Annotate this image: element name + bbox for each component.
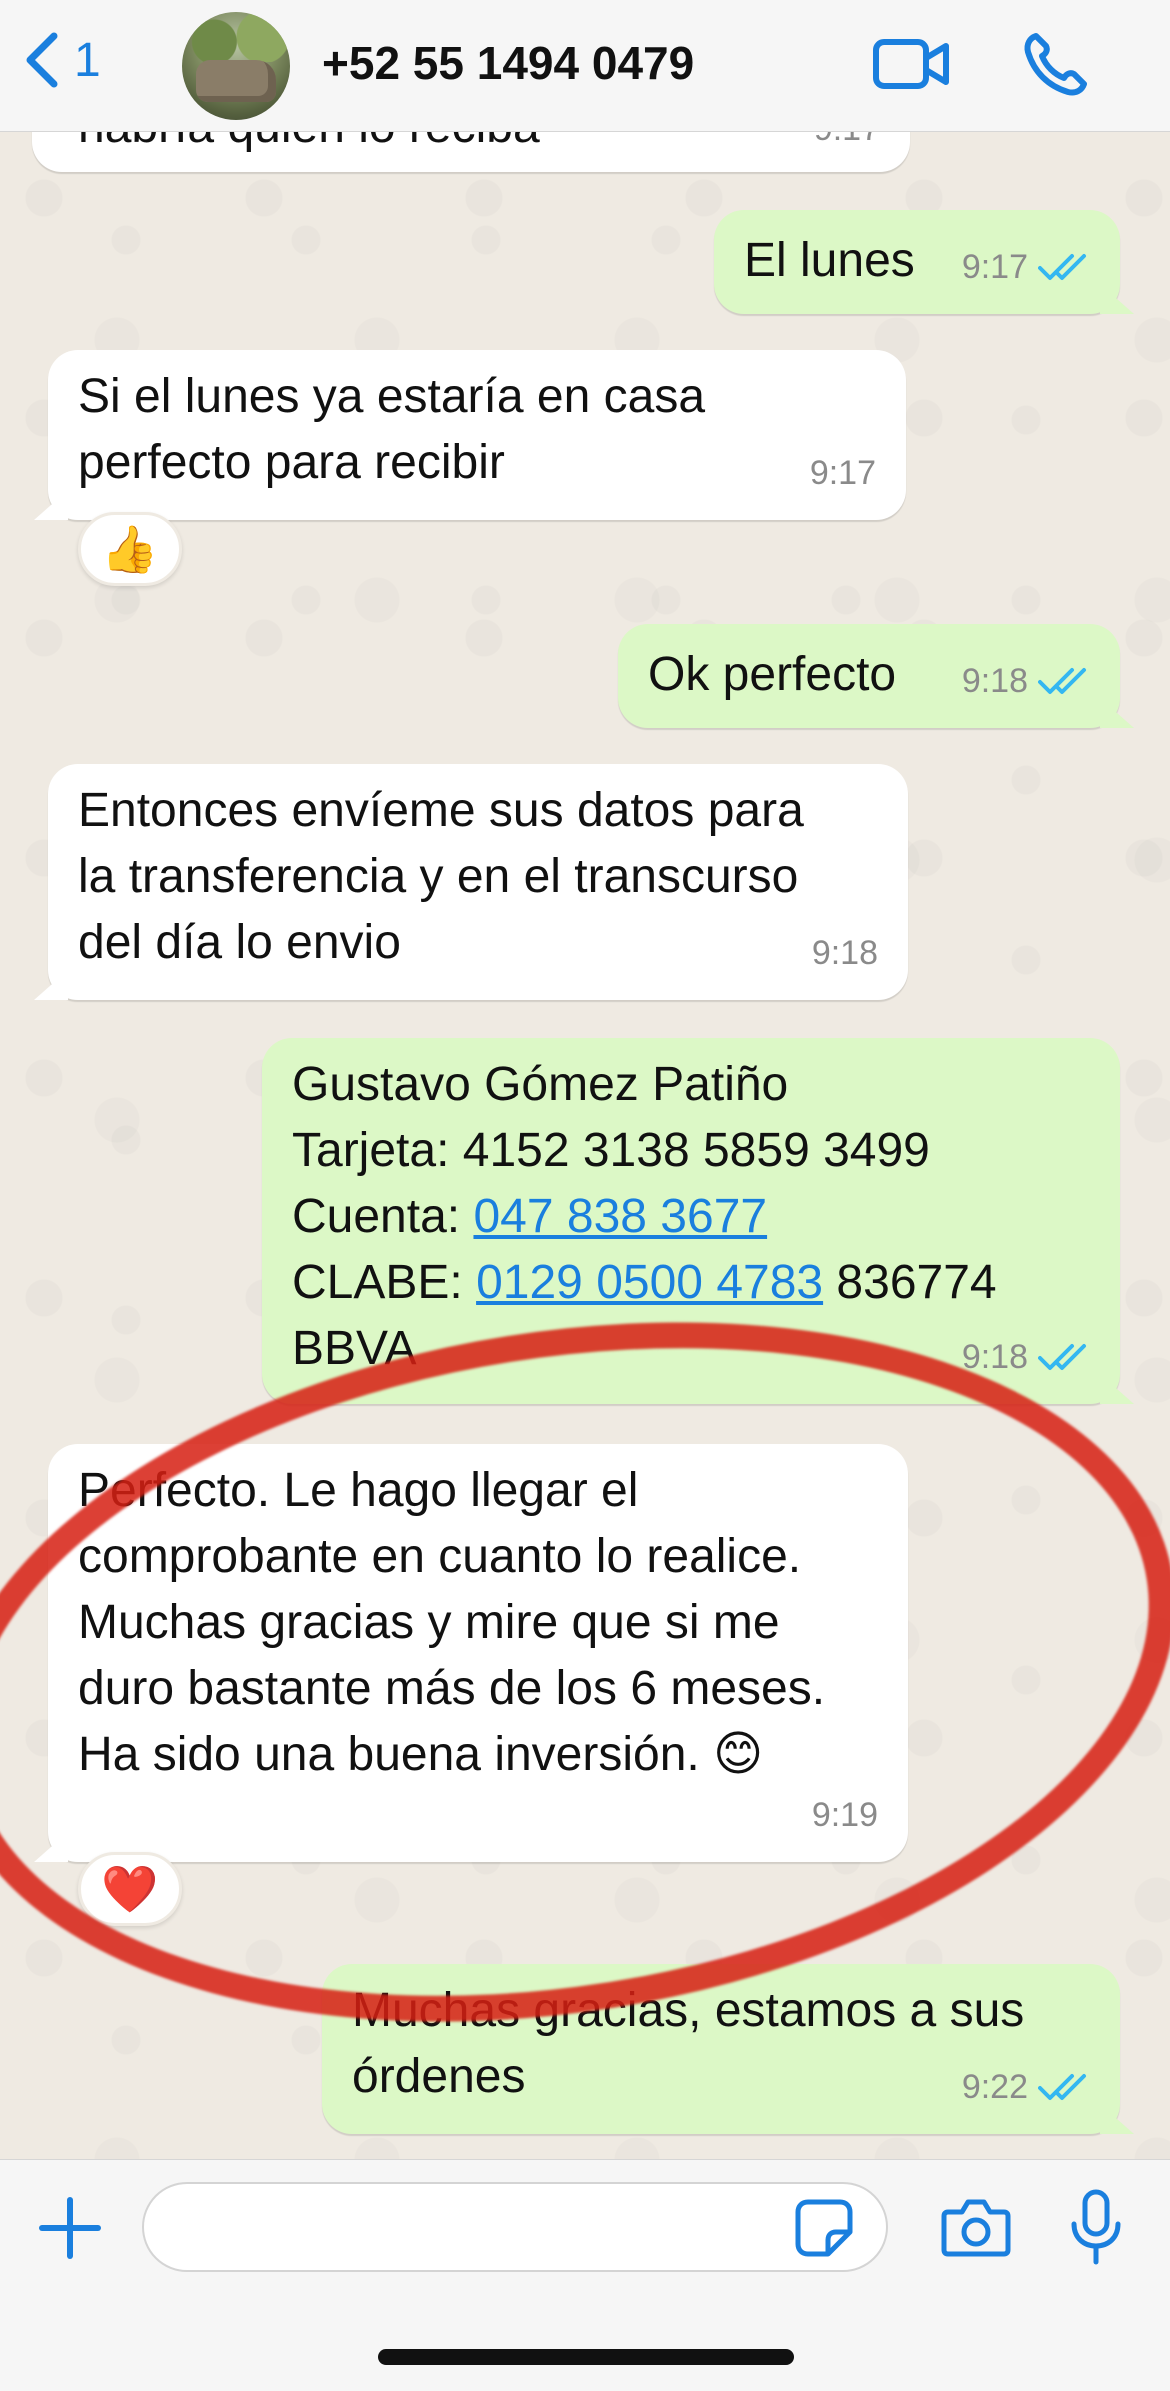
double-check-icon xyxy=(1038,1344,1086,1370)
message-time: 9:18 xyxy=(811,934,878,972)
message-input[interactable] xyxy=(142,2182,888,2272)
microphone-icon xyxy=(1071,2189,1121,2265)
unread-count: 1 xyxy=(74,33,101,87)
message-time: 9:17 xyxy=(962,234,1090,300)
message-incoming[interactable]: Si el lunes ya estaría en casa perfecto … xyxy=(34,350,906,520)
message-outgoing[interactable]: Ok perfecto 9:18 xyxy=(618,624,1134,728)
chat-header: 1 +52 55 1494 0479 xyxy=(0,0,1170,132)
video-camera-icon xyxy=(873,39,949,89)
double-check-icon xyxy=(1038,2074,1086,2100)
message-time: 9:17 xyxy=(809,454,876,492)
message-time: 9:18 xyxy=(962,1324,1090,1390)
voice-message-button[interactable] xyxy=(1066,2188,1126,2273)
chat-area[interactable]: habría quien lo reciba 9:17 El lunes 9:1… xyxy=(0,132,1170,2159)
message-incoming[interactable]: Perfecto. Le hago llegar el comprobante … xyxy=(34,1444,908,1862)
chevron-left-icon xyxy=(26,32,58,88)
voice-call-button[interactable] xyxy=(1022,30,1090,98)
message-incoming[interactable]: Entonces envíeme sus datos para la trans… xyxy=(34,764,908,1000)
clabe-number-link[interactable]: 0129 0500 4783 xyxy=(476,1256,823,1309)
attach-button[interactable] xyxy=(38,2196,102,2265)
plus-icon xyxy=(39,2197,101,2259)
message-time: 9:18 xyxy=(962,648,1090,714)
contact-avatar[interactable] xyxy=(182,12,290,120)
camera-button[interactable] xyxy=(940,2196,1012,2265)
heart-icon: ❤️ xyxy=(101,1862,159,1915)
card-number: Tarjeta: 4152 3138 5859 3499 xyxy=(292,1124,930,1177)
account-number-link[interactable]: 047 838 3677 xyxy=(473,1190,767,1243)
sticker-icon xyxy=(795,2199,853,2257)
double-check-icon xyxy=(1038,668,1086,694)
double-check-icon xyxy=(1038,254,1086,280)
phone-icon xyxy=(1024,33,1087,96)
message-outgoing[interactable]: El lunes 9:17 xyxy=(714,210,1134,314)
sticker-button[interactable] xyxy=(794,2198,854,2263)
contact-name[interactable]: +52 55 1494 0479 xyxy=(322,36,694,90)
account-holder-name: Gustavo Gómez Patiño xyxy=(292,1058,789,1111)
message-outgoing[interactable]: Muchas gracias, estamos a sus órdenes 9:… xyxy=(322,1964,1134,2134)
reaction-badge[interactable]: ❤️ xyxy=(78,1852,182,1926)
message-outgoing[interactable]: Gustavo Gómez Patiño Tarjeta: 4152 3138 … xyxy=(262,1038,1134,1404)
message-time: 9:17 xyxy=(814,132,880,162)
message-time: 9:22 xyxy=(962,2054,1090,2120)
reaction-badge[interactable]: 👍 xyxy=(78,512,182,586)
message-time: 9:19 xyxy=(811,1796,878,1834)
video-call-button[interactable] xyxy=(872,30,952,98)
home-indicator[interactable] xyxy=(378,2349,794,2365)
bank-name: BBVA xyxy=(292,1322,417,1375)
thumbs-up-icon: 👍 xyxy=(101,522,159,575)
message-incoming[interactable]: habría quien lo reciba 9:17 xyxy=(32,132,910,172)
camera-icon xyxy=(941,2199,1011,2257)
back-button[interactable]: 1 xyxy=(20,30,101,90)
bank-details: Gustavo Gómez Patiño Tarjeta: 4152 3138 … xyxy=(292,1052,997,1382)
